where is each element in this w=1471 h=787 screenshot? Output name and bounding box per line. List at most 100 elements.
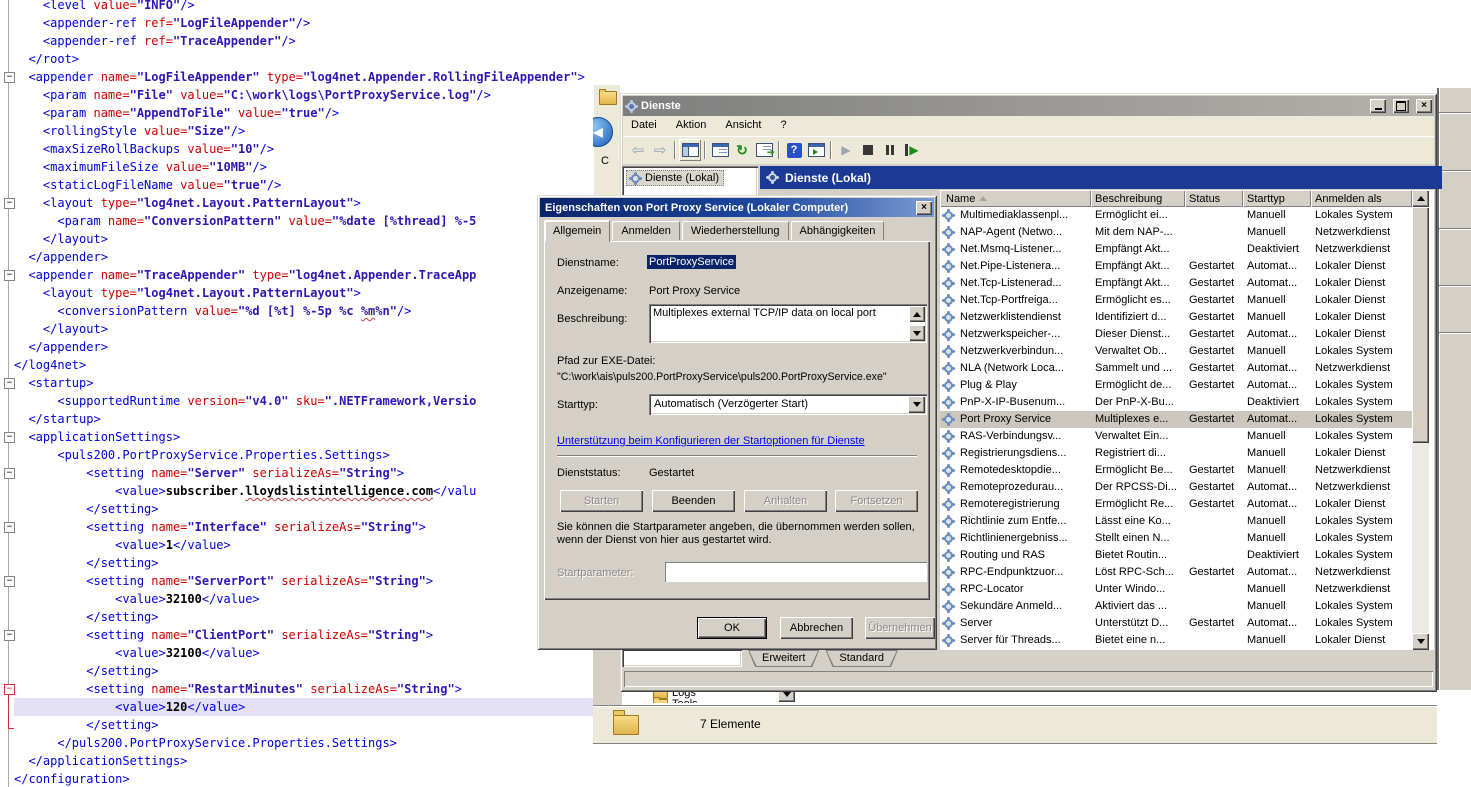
services-scrollbar[interactable]	[1412, 190, 1429, 650]
menu-ansicht[interactable]: Ansicht	[717, 116, 769, 134]
starttyp-combobox[interactable]: Automatisch (Verzögerter Start)	[649, 394, 927, 415]
column-header-beschreibung[interactable]: Beschreibung	[1091, 190, 1185, 207]
service-row[interactable]: Sekundäre Anmeld...Aktiviert das ...Manu…	[940, 598, 1412, 615]
code-line[interactable]: <value>32100</value>	[14, 644, 600, 662]
code-line[interactable]: <setting name="Interface" serializeAs="S…	[14, 518, 600, 536]
starttyp-dropdown-button[interactable]	[908, 396, 925, 413]
service-row[interactable]: Remotedesktopdie...Ermöglicht Be...Gesta…	[940, 462, 1412, 479]
tab-abhaengigkeiten[interactable]: Abhängigkeiten	[791, 221, 885, 240]
code-line[interactable]: </puls200.PortProxyService.Properties.Se…	[14, 734, 600, 752]
code-line[interactable]: <applicationSettings>	[14, 428, 600, 446]
code-line[interactable]: <value>1</value>	[14, 536, 600, 554]
service-row[interactable]: Net.Tcp-Listenerad...Empfängt Akt...Gest…	[940, 275, 1412, 292]
textarea-scroll-up[interactable]	[909, 306, 925, 322]
fold-toggle[interactable]: −	[4, 198, 15, 209]
tab-wiederherstellung[interactable]: Wiederherstellung	[682, 221, 789, 240]
code-line[interactable]: <conversionPattern value="%d [%t] %-5p %…	[14, 302, 600, 320]
service-row[interactable]: Netzwerkspeicher-...Dieser Dienst...Gest…	[940, 326, 1412, 343]
service-row[interactable]: NLA (Network Loca...Sammelt und ...Gesta…	[940, 360, 1412, 377]
code-line[interactable]: <setting name="ClientPort" serializeAs="…	[14, 626, 600, 644]
code-line[interactable]: <setting name="RestartMinutes" serialize…	[14, 680, 600, 698]
code-line[interactable]: <supportedRuntime version="v4.0" sku=".N…	[14, 392, 600, 410]
extended-view-button[interactable]	[805, 139, 827, 161]
menu-aktion[interactable]: Aktion	[668, 116, 715, 134]
beschreibung-textarea[interactable]: Multiplexes external TCP/IP data on loca…	[649, 304, 927, 343]
startparameter-input[interactable]	[665, 562, 927, 582]
bottom-filter-box[interactable]	[622, 649, 742, 667]
start-service-button[interactable]: ▶	[835, 139, 857, 161]
fold-toggle[interactable]: −	[4, 630, 15, 641]
code-line[interactable]: <level value="INFO"/>	[14, 0, 600, 14]
code-line[interactable]: </layout>	[14, 230, 600, 248]
explorer-back-button[interactable]: ◀	[593, 117, 613, 147]
tab-erweitert[interactable]: Erweitert	[748, 650, 819, 667]
scroll-down-button[interactable]	[1412, 633, 1429, 650]
abbrechen-button[interactable]: Abbrechen	[780, 617, 853, 639]
code-line[interactable]: <maximumFileSize value="10MB"/>	[14, 158, 600, 176]
fortsetzen-button[interactable]: Fortsetzen	[835, 490, 918, 512]
show-tree-button[interactable]	[679, 139, 701, 161]
code-line[interactable]: <value>32100</value>	[14, 590, 600, 608]
startoptions-help-link[interactable]: Unterstützung beim Konfigurieren der Sta…	[557, 435, 865, 447]
column-header-starttyp[interactable]: Starttyp	[1243, 190, 1311, 207]
restart-service-button[interactable]: ▶	[901, 139, 923, 161]
tab-anmelden[interactable]: Anmelden	[612, 221, 680, 240]
code-line[interactable]: <value>120</value>	[14, 698, 596, 716]
menu-hilfe[interactable]: ?	[773, 116, 795, 134]
code-line[interactable]: <value>subscriber.lloydslistintelligence…	[14, 482, 600, 500]
code-line[interactable]: <layout type="log4net.Layout.PatternLayo…	[14, 284, 600, 302]
code-line[interactable]: <appender name="LogFileAppender" type="l…	[14, 68, 600, 86]
dialog-close-button[interactable]: ×	[916, 201, 932, 215]
service-row[interactable]: PnP-X-IP-Busenum...Der PnP-X-Bu...Deakti…	[940, 394, 1412, 411]
starten-button[interactable]: Starten	[560, 490, 643, 512]
close-button[interactable]: ×	[1416, 99, 1432, 113]
code-line[interactable]: </log4net>	[14, 356, 600, 374]
scroll-up-button[interactable]	[1412, 190, 1429, 207]
code-line[interactable]: <layout type="log4net.Layout.PatternLayo…	[14, 194, 600, 212]
code-line[interactable]: </setting>	[14, 662, 600, 680]
beenden-button[interactable]: Beenden	[652, 490, 735, 512]
code-editor[interactable]: <level value="INFO"/> <appender-ref ref=…	[0, 0, 600, 787]
service-row[interactable]: Registrierungsdiens...Registriert di...M…	[940, 445, 1412, 462]
maximize-button[interactable]	[1393, 99, 1409, 113]
service-row[interactable]: Richtlinienergebniss...Stellt einen N...…	[940, 530, 1412, 547]
fold-toggle[interactable]: −	[4, 378, 15, 389]
service-row[interactable]: Server für Threads...Bietet eine n...Man…	[940, 632, 1412, 649]
service-row[interactable]: Netzwerkverbindun...Verwaltet Ob...Gesta…	[940, 343, 1412, 360]
code-line[interactable]: <param name="AppendToFile" value="true"/…	[14, 104, 600, 122]
code-line[interactable]: </setting>	[14, 716, 600, 734]
fold-toggle[interactable]: −	[4, 72, 15, 83]
code-line[interactable]: </appender>	[14, 248, 600, 266]
tree-item-dienste-lokal[interactable]: Dienste (Lokal)	[626, 170, 724, 186]
code-line[interactable]: <puls200.PortProxyService.Properties.Set…	[14, 446, 600, 464]
code-line[interactable]: <param name="ConversionPattern" value="%…	[14, 212, 600, 230]
service-row[interactable]: NetzwerklistendienstIdentifiziert d...Ge…	[940, 309, 1412, 326]
code-line[interactable]: </setting>	[14, 500, 600, 518]
service-row[interactable]: Port Proxy ServiceMultiplexes e...Gestar…	[940, 411, 1412, 428]
code-line[interactable]: <startup>	[14, 374, 600, 392]
service-row[interactable]: RAS-Verbindungsv...Verwaltet Ein...Manue…	[940, 428, 1412, 445]
fold-toggle[interactable]: −	[4, 684, 15, 695]
code-line[interactable]: <staticLogFileName value="true"/>	[14, 176, 600, 194]
fold-toggle[interactable]: −	[4, 432, 15, 443]
textarea-scroll-down[interactable]	[909, 325, 925, 341]
column-header-name[interactable]: Name	[940, 190, 1091, 207]
code-line[interactable]: <setting name="Server" serializeAs="Stri…	[14, 464, 600, 482]
column-header-status[interactable]: Status	[1185, 190, 1243, 207]
service-row[interactable]: Remoteprozedurau...Der RPCSS-Di...Gestar…	[940, 479, 1412, 496]
code-line[interactable]: </startup>	[14, 410, 600, 428]
stop-service-button[interactable]	[857, 139, 879, 161]
tab-allgemein[interactable]: Allgemein	[544, 220, 610, 242]
code-line[interactable]: </setting>	[14, 554, 600, 572]
service-row[interactable]: Routing und RASBietet Routin...Deaktivie…	[940, 547, 1412, 564]
properties-button[interactable]	[709, 139, 731, 161]
code-line[interactable]: </configuration>	[14, 770, 600, 787]
forward-button[interactable]: ⇨	[649, 139, 671, 161]
code-line[interactable]: <appender name="TraceAppender" type="log…	[14, 266, 600, 284]
service-row[interactable]: ServerUnterstützt D...GestartetAutomat..…	[940, 615, 1412, 632]
service-row[interactable]: RPC-LocatorUnter Windo...ManuellNetzwerk…	[940, 581, 1412, 598]
scrollbar-thumb[interactable]	[1412, 207, 1429, 443]
fold-toggle[interactable]: −	[4, 576, 15, 587]
service-row[interactable]: RemoteregistrierungErmöglicht Re...Gesta…	[940, 496, 1412, 513]
service-row[interactable]: Net.Tcp-Portfreiga...Ermöglicht es...Ges…	[940, 292, 1412, 309]
